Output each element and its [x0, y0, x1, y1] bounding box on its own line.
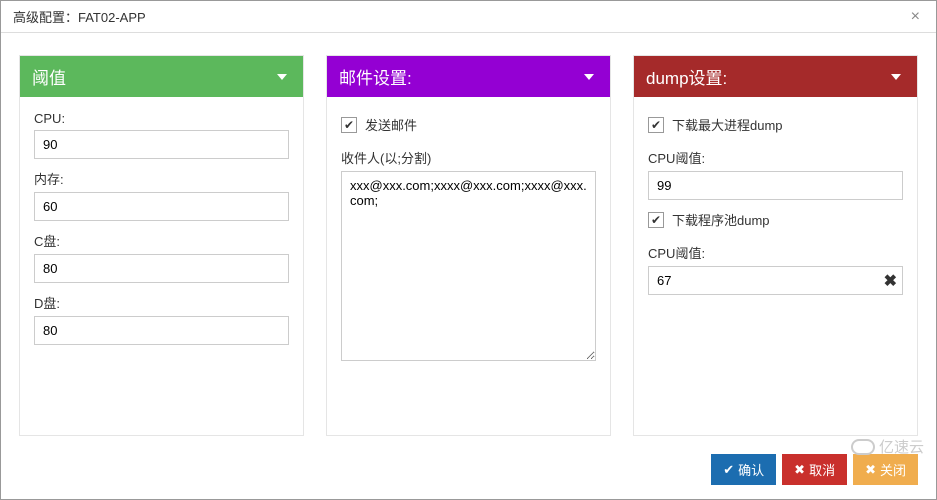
close-button[interactable]: ✖ 关闭 [853, 454, 918, 485]
cpu-threshold-1-label: CPU阈值: [648, 148, 903, 167]
check-icon: ✔ [723, 462, 734, 478]
close-icon[interactable]: × [907, 8, 924, 26]
cpu-label: CPU: [34, 111, 289, 126]
panel-email-header[interactable]: 邮件设置: [327, 56, 610, 97]
d-drive-label: D盘: [34, 293, 289, 312]
close-label: 关闭 [880, 460, 906, 479]
chevron-down-icon [891, 74, 901, 80]
c-drive-label: C盘: [34, 231, 289, 250]
confirm-button[interactable]: ✔ 确认 [711, 454, 776, 485]
cancel-button[interactable]: ✖ 取消 [782, 454, 847, 485]
send-email-label: 发送邮件 [365, 115, 417, 134]
panel-dump-title: dump设置: [646, 64, 727, 89]
panel-email-title: 邮件设置: [339, 64, 412, 89]
c-drive-input[interactable] [34, 254, 289, 283]
panel-email: 邮件设置: 发送邮件 收件人(以;分割) xxx@xxx.com;xxxx@xx… [326, 55, 611, 436]
send-email-checkbox[interactable] [341, 117, 357, 133]
modal-title: 高级配置：FAT02-APP [13, 7, 146, 26]
cpu-threshold-2-label: CPU阈值: [648, 243, 903, 262]
download-app-pool-label: 下载程序池dump [672, 210, 770, 229]
download-max-process-checkbox[interactable] [648, 117, 664, 133]
d-drive-input[interactable] [34, 316, 289, 345]
modal: 高级配置：FAT02-APP × 阈值 CPU: 内存: C盘: [0, 0, 937, 500]
panel-threshold: 阈值 CPU: 内存: C盘: D盘: [19, 55, 304, 436]
chevron-down-icon [584, 74, 594, 80]
clear-icon[interactable]: ✖ [884, 271, 897, 291]
memory-input[interactable] [34, 192, 289, 221]
panel-threshold-title: 阈值 [32, 64, 66, 89]
cancel-label: 取消 [809, 460, 835, 479]
modal-body: 阈值 CPU: 内存: C盘: D盘: [1, 33, 936, 446]
panel-dump-header[interactable]: dump设置: [634, 56, 917, 97]
download-app-pool-checkbox[interactable] [648, 212, 664, 228]
chevron-down-icon [277, 74, 287, 80]
modal-footer: ✔ 确认 ✖ 取消 ✖ 关闭 [1, 446, 936, 499]
confirm-label: 确认 [738, 460, 764, 479]
panel-dump: dump设置: 下载最大进程dump CPU阈值: 下载程序池dump CPU阈… [633, 55, 918, 436]
panel-threshold-body: CPU: 内存: C盘: D盘: [20, 97, 303, 369]
panel-threshold-header[interactable]: 阈值 [20, 56, 303, 97]
download-max-process-label: 下载最大进程dump [672, 115, 783, 134]
cpu-threshold-2-input[interactable] [648, 266, 903, 295]
x-icon: ✖ [794, 462, 805, 478]
panel-email-body: 发送邮件 收件人(以;分割) xxx@xxx.com;xxxx@xxx.com;… [327, 97, 610, 388]
panel-dump-body: 下载最大进程dump CPU阈值: 下载程序池dump CPU阈值: ✖ [634, 97, 917, 319]
modal-header: 高级配置：FAT02-APP × [1, 1, 936, 33]
recipients-label: 收件人(以;分割) [341, 148, 596, 167]
cpu-input[interactable] [34, 130, 289, 159]
x-icon: ✖ [865, 462, 876, 478]
memory-label: 内存: [34, 169, 289, 188]
cpu-threshold-1-input[interactable] [648, 171, 903, 200]
recipients-textarea[interactable]: xxx@xxx.com;xxxx@xxx.com;xxxx@xxx.com; [341, 171, 596, 361]
